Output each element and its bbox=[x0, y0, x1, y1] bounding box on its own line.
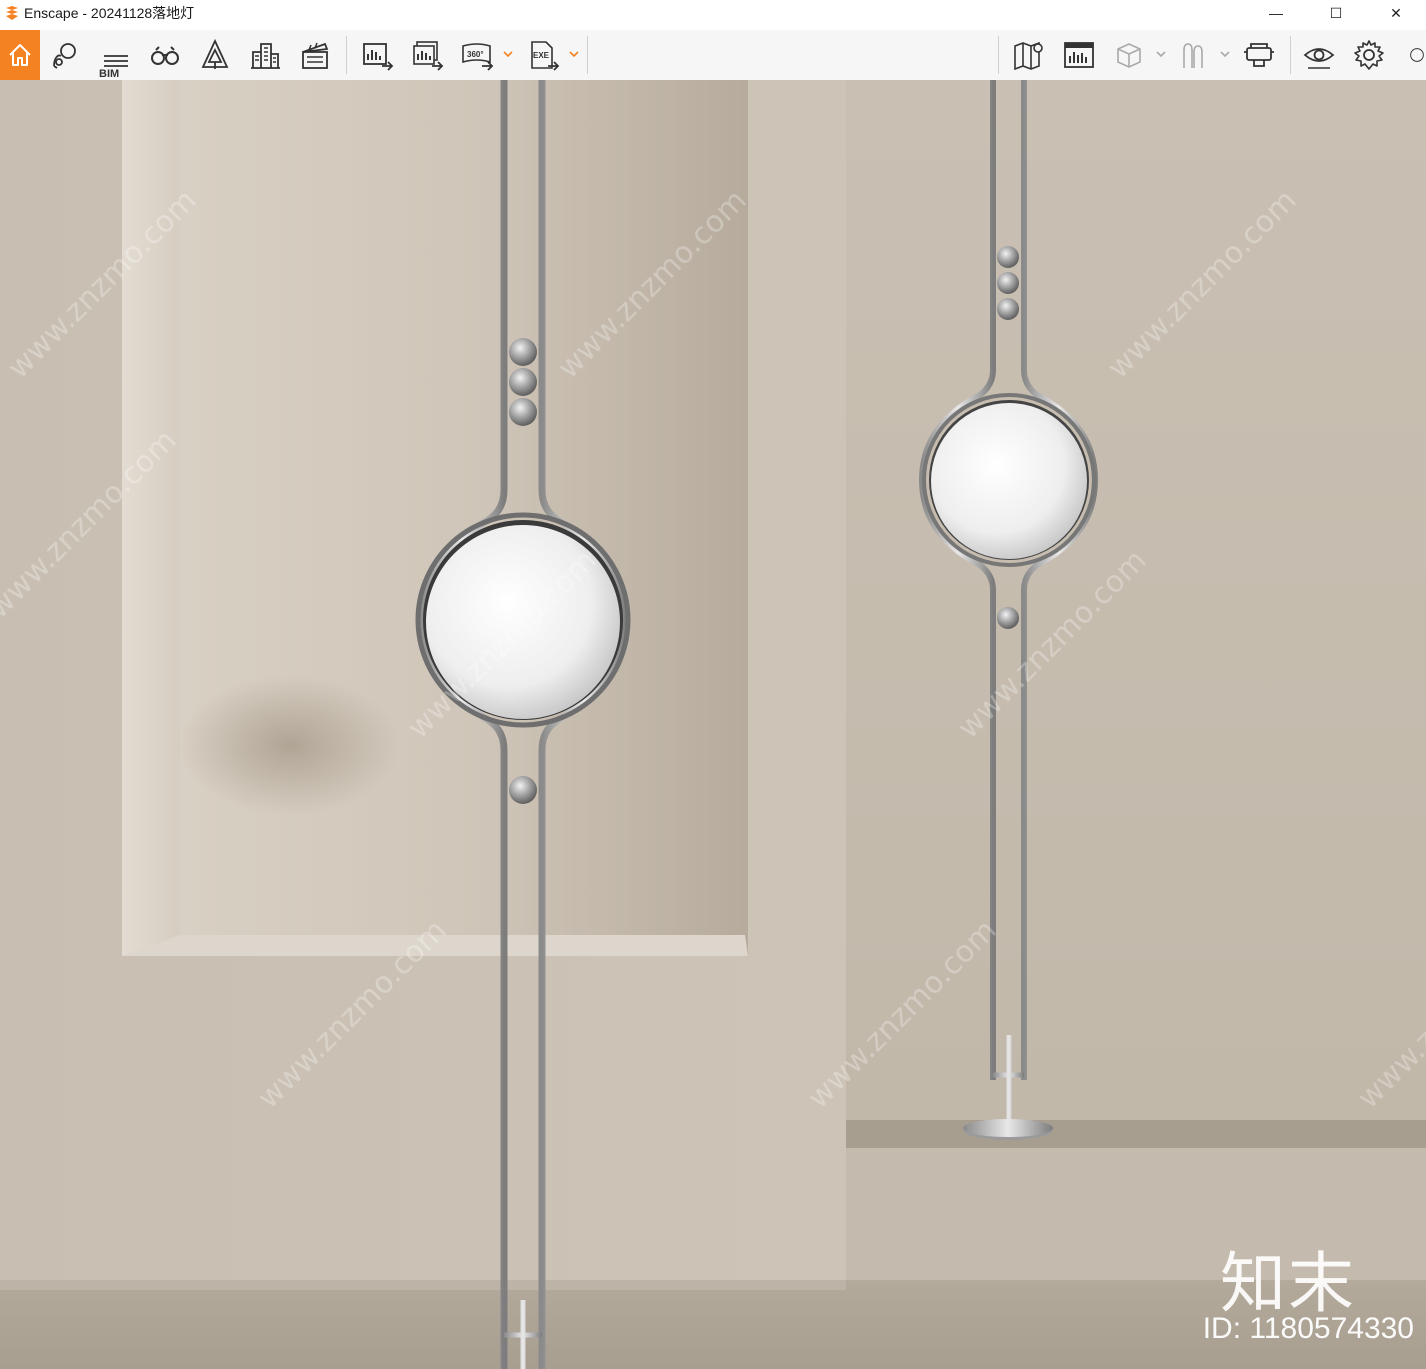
export-dropdown-chevron-icon[interactable] bbox=[568, 48, 580, 60]
export-image-icon bbox=[363, 43, 394, 71]
help-button[interactable] bbox=[1404, 32, 1426, 78]
title-bar: Enscape - 20241128落地灯 — ☐ ✕ bbox=[0, 0, 1426, 26]
svg-text:EXE: EXE bbox=[533, 51, 550, 60]
bim-list-icon bbox=[104, 55, 128, 67]
enscape-logo-icon bbox=[6, 6, 18, 20]
batch-render-icon bbox=[413, 41, 444, 71]
screenshot-button[interactable] bbox=[354, 32, 400, 78]
tree-icon bbox=[201, 38, 229, 69]
svg-text:360°: 360° bbox=[467, 50, 484, 59]
bim-button[interactable] bbox=[92, 32, 138, 78]
clapperboard-icon bbox=[302, 42, 329, 69]
vr-button[interactable] bbox=[1236, 32, 1282, 78]
material-button[interactable] bbox=[1106, 32, 1152, 78]
map-icon bbox=[1014, 41, 1043, 71]
main-toolbar: BIM 360° EXE bbox=[0, 30, 1426, 104]
window-title: Enscape - 20241128落地灯 bbox=[24, 5, 195, 21]
eye-icon bbox=[1303, 48, 1335, 69]
settings-button[interactable] bbox=[1346, 32, 1392, 78]
render-viewport[interactable]: www.znzmo.com www.znzmo.com www.znzmo.co… bbox=[0, 80, 1426, 1369]
standalone-export-button[interactable]: EXE bbox=[520, 32, 566, 78]
gear-icon bbox=[1354, 40, 1384, 70]
assets-dropdown-chevron-icon[interactable] bbox=[1219, 48, 1231, 60]
location-pin-icon bbox=[53, 43, 76, 69]
site-context-button[interactable] bbox=[1056, 32, 1102, 78]
batch-render-button[interactable] bbox=[404, 32, 450, 78]
buildings-icon bbox=[251, 43, 280, 69]
panorama-dropdown-chevron-icon[interactable] bbox=[502, 48, 514, 60]
maximize-button[interactable]: ☐ bbox=[1306, 0, 1366, 26]
toolbar-separator bbox=[346, 36, 347, 74]
atmosphere-button[interactable] bbox=[192, 32, 238, 78]
dashboard-icon bbox=[1064, 42, 1094, 68]
360-icon: 360° bbox=[462, 43, 494, 71]
video-editor-button[interactable] bbox=[292, 32, 338, 78]
minimize-button[interactable]: — bbox=[1246, 0, 1306, 26]
watermark-id: ID: 1180574330 bbox=[1202, 1312, 1414, 1345]
toolbar-separator bbox=[587, 36, 588, 74]
rendered-scene: www.znzmo.com www.znzmo.com www.znzmo.co… bbox=[0, 80, 1426, 1369]
binoculars-button[interactable] bbox=[142, 32, 188, 78]
material-dropdown-chevron-icon[interactable] bbox=[1155, 48, 1167, 60]
home-icon bbox=[9, 44, 31, 66]
cube-icon bbox=[1117, 43, 1141, 68]
visual-settings-button[interactable] bbox=[1296, 32, 1342, 78]
exe-export-icon: EXE bbox=[531, 41, 560, 71]
figures-icon bbox=[1183, 43, 1203, 68]
map-button[interactable] bbox=[1006, 32, 1052, 78]
close-button[interactable]: ✕ bbox=[1366, 0, 1426, 26]
toolbar-separator bbox=[1290, 36, 1291, 74]
buildings-button[interactable] bbox=[242, 32, 288, 78]
home-button[interactable] bbox=[0, 30, 40, 80]
vr-headset-icon bbox=[1244, 43, 1274, 67]
toolbar-separator bbox=[998, 36, 999, 74]
panorama-button[interactable]: 360° bbox=[454, 32, 500, 78]
binoculars-icon bbox=[151, 46, 179, 65]
views-button[interactable] bbox=[42, 32, 88, 78]
assets-button[interactable] bbox=[1170, 32, 1216, 78]
help-icon bbox=[1410, 48, 1424, 62]
